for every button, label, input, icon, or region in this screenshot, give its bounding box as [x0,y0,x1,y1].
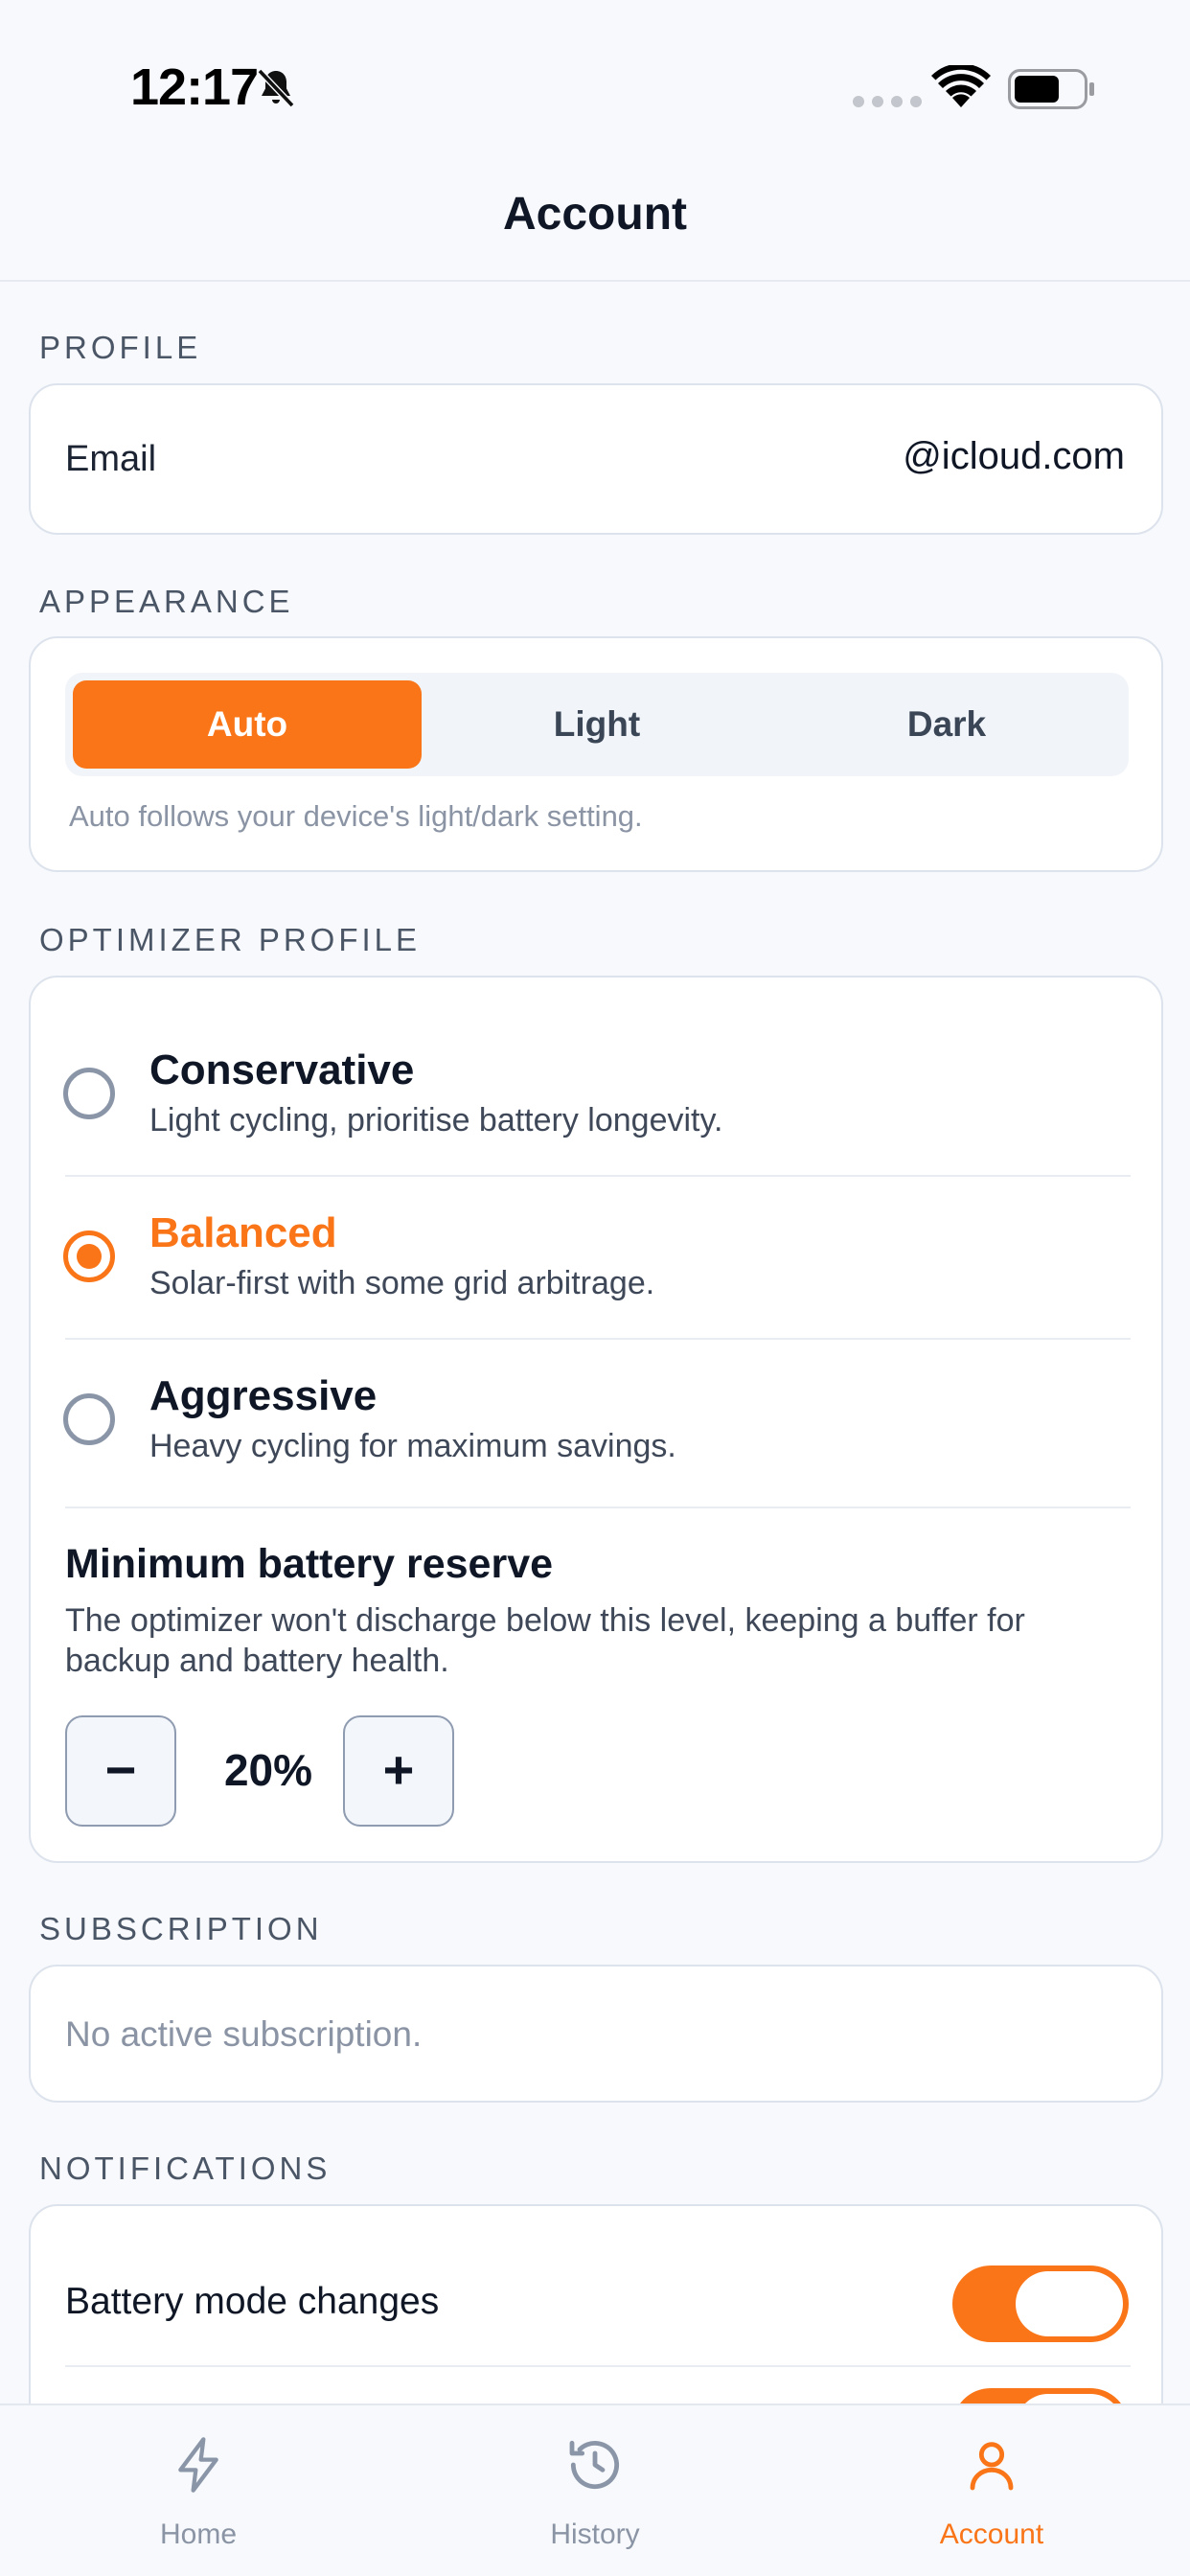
status-time: 12:17 [130,58,259,116]
email-value: @icloud.com [903,435,1125,477]
wifi-icon [931,65,991,107]
email-label: Email [65,439,157,479]
tab-home[interactable]: Home [0,2405,397,2576]
notification-label-battery-mode: Battery mode changes [65,2281,440,2322]
tab-history[interactable]: History [397,2405,793,2576]
tab-label: Home [159,2518,238,2550]
divider [65,2365,1131,2367]
appearance-segmented-control: Auto Light Dark [65,673,1129,776]
optimizer-card: Conservative Light cycling, prioritise b… [29,976,1163,1863]
tab-account[interactable]: Account [793,2405,1190,2576]
battery-icon [1008,69,1094,109]
radio-unselected-icon[interactable] [63,1393,115,1445]
radio-unselected-icon[interactable] [63,1068,115,1119]
reserve-title: Minimum battery reserve [65,1541,554,1587]
section-header-subscription: SUBSCRIPTION [39,1911,323,1946]
profile-card: Email @icloud.com [29,383,1163,535]
option-title: Conservative [149,1046,415,1093]
reserve-decrement-button[interactable]: − [65,1715,176,1827]
divider [65,1506,1131,1508]
appearance-option-light[interactable]: Light [423,680,771,769]
tab-label: Account [939,2518,1044,2550]
page-title: Account [503,189,687,240]
history-icon [569,2440,620,2490]
signal-dots-icon [853,96,922,107]
lightning-icon [178,2437,218,2493]
appearance-card: Auto Light Dark Auto follows your device… [29,636,1163,872]
appearance-option-auto[interactable]: Auto [73,680,422,769]
optimizer-option-aggressive[interactable]: Aggressive Heavy cycling for maximum sav… [31,1338,1161,1501]
bell-slash-icon [257,68,295,108]
option-title: Balanced [149,1209,337,1256]
option-description: Light cycling, prioritise battery longev… [149,1102,723,1138]
nav-divider [0,280,1190,282]
section-header-appearance: APPEARANCE [39,584,294,619]
optimizer-option-balanced[interactable]: Balanced Solar-first with some grid arbi… [31,1175,1161,1338]
section-header-profile: PROFILE [39,330,202,365]
option-description: Heavy cycling for maximum savings. [149,1428,676,1464]
option-description: Solar-first with some grid arbitrage. [149,1265,655,1301]
subscription-card: No active subscription. [29,1965,1163,2103]
person-icon [970,2442,1014,2491]
radio-selected-icon[interactable] [63,1230,115,1282]
tab-label: History [550,2518,640,2550]
optimizer-option-conservative[interactable]: Conservative Light cycling, prioritise b… [31,978,1161,1140]
section-header-notifications: NOTIFICATIONS [39,2150,332,2186]
section-header-optimizer: OPTIMIZER PROFILE [39,922,422,957]
battery-mode-toggle[interactable] [952,2266,1129,2342]
option-title: Aggressive [149,1372,378,1419]
tab-bar: Home History Account [0,2404,1190,2576]
reserve-value: 20% [223,1745,313,1795]
appearance-hint: Auto follows your device's light/dark se… [69,799,643,833]
status-bar: 12:17 [0,0,1190,144]
reserve-increment-button[interactable]: + [343,1715,454,1827]
subscription-status: No active subscription. [65,2014,423,2054]
appearance-option-dark[interactable]: Dark [772,680,1121,769]
reserve-description: The optimizer won't discharge below this… [65,1602,1025,1679]
account-screen: 12:17 Account PROFILE Email @icloud.com [0,0,1190,2576]
